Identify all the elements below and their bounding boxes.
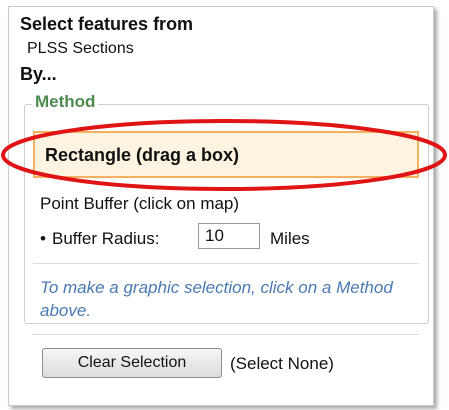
by-label: By... bbox=[20, 64, 57, 84]
bullet: • bbox=[40, 229, 46, 248]
divider bbox=[33, 263, 419, 264]
divider bbox=[33, 334, 419, 335]
buffer-radius-label: Buffer Radius: bbox=[52, 229, 160, 248]
layer-name: PLSS Sections bbox=[27, 40, 134, 57]
clear-selection-button[interactable]: Clear Selection bbox=[42, 348, 222, 378]
method-point-buffer-option[interactable]: Point Buffer (click on map) bbox=[40, 194, 239, 214]
select-none-link[interactable]: (Select None) bbox=[230, 354, 334, 374]
instructions-text: To make a graphic selection, click on a … bbox=[40, 278, 393, 320]
buffer-radius-input[interactable] bbox=[198, 223, 260, 249]
method-legend: Method bbox=[32, 92, 99, 112]
method-rectangle-option[interactable]: Rectangle (drag a box) bbox=[33, 131, 419, 178]
panel-heading: Select features from bbox=[20, 14, 194, 34]
buffer-units-label: Miles bbox=[270, 229, 310, 248]
